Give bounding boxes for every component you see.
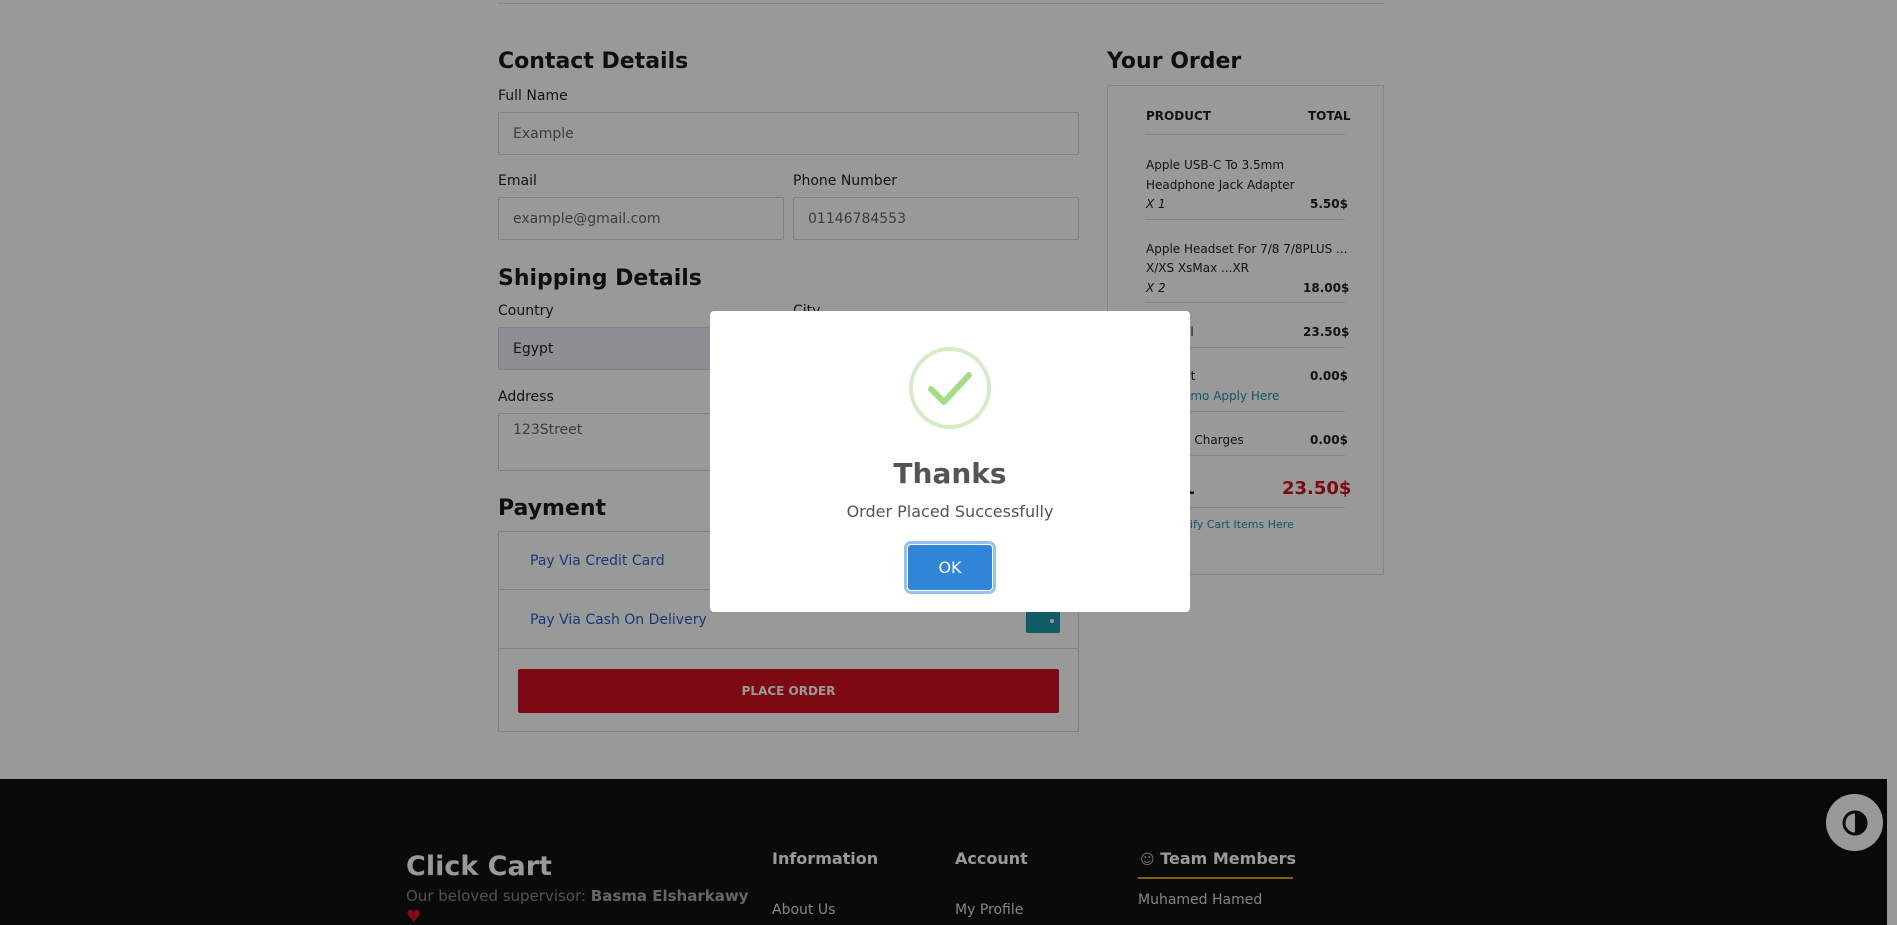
success-icon-ring — [909, 347, 991, 429]
ok-button[interactable]: OK — [907, 544, 993, 591]
check-icon — [928, 372, 972, 405]
checkout-page: Contact Details Full Name Example Email … — [0, 0, 1897, 925]
dialog-title: Thanks — [893, 457, 1007, 490]
success-dialog: Thanks Order Placed Successfully OK — [710, 311, 1190, 612]
dialog-message: Order Placed Successfully — [846, 502, 1054, 521]
